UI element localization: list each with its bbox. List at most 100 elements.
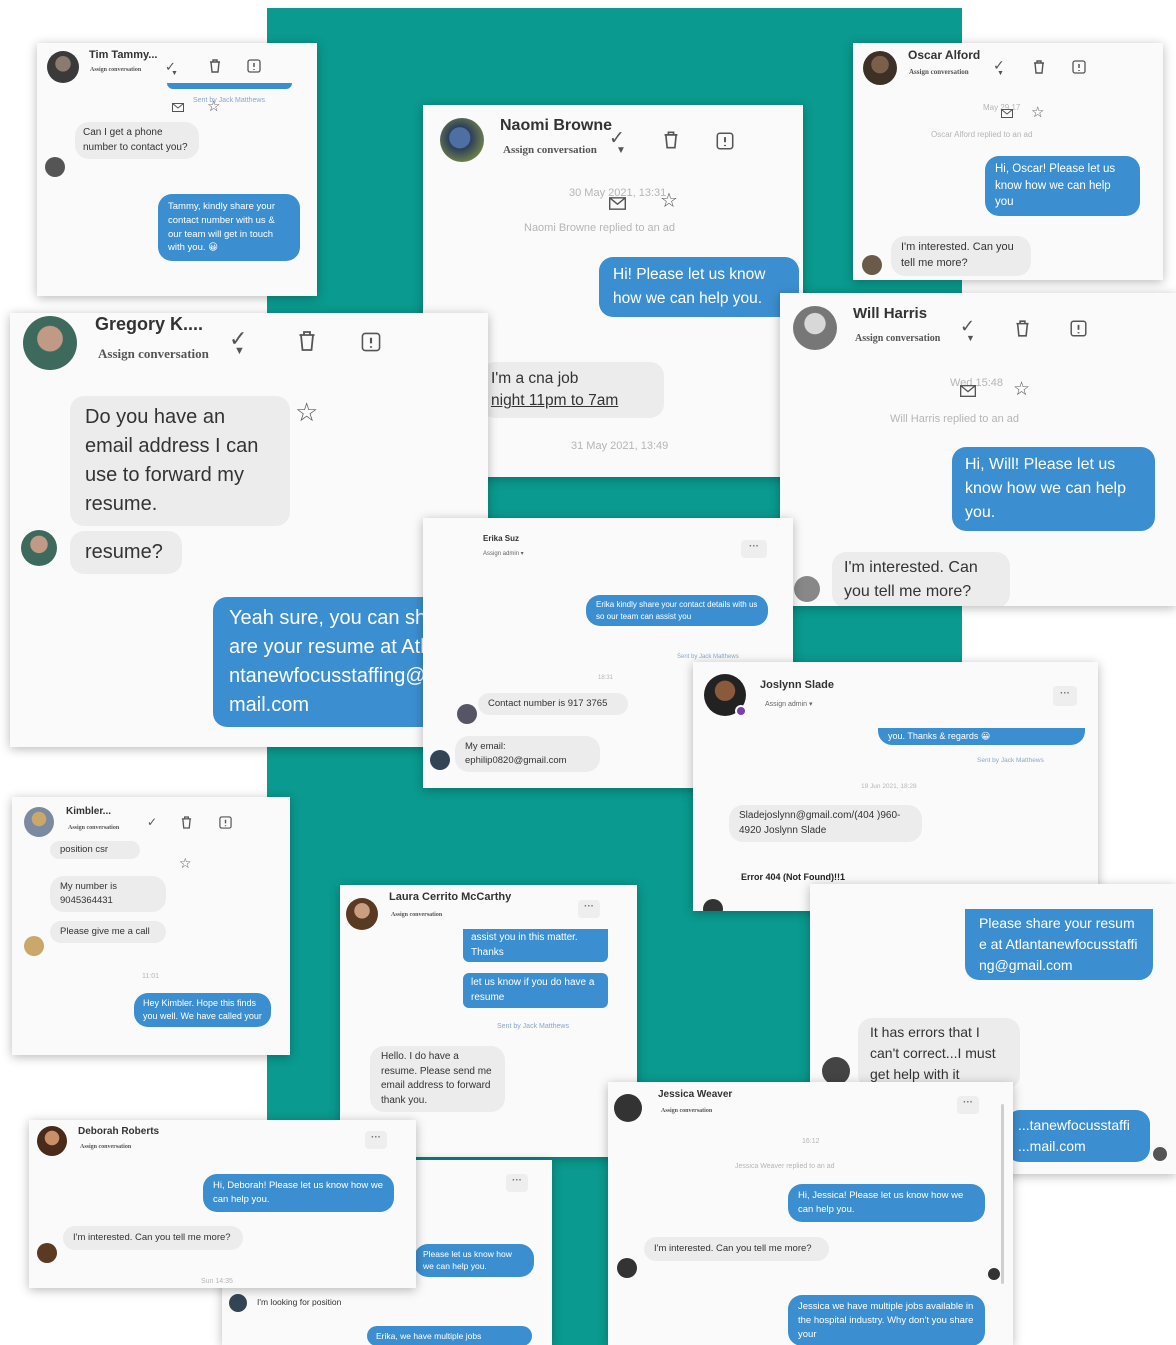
trash-icon[interactable] bbox=[1015, 320, 1030, 337]
conversation-card-jessica[interactable]: Jessica Weaver Assign conversation ··· 1… bbox=[608, 1082, 1013, 1345]
contact-name: Oscar Alford bbox=[908, 48, 981, 62]
trash-icon[interactable] bbox=[1033, 60, 1045, 74]
conversation-card-will[interactable]: Will Harris Assign conversation ✓ ▼ Wed … bbox=[780, 293, 1176, 606]
message-incoming: I'm interested. Can you tell me more? bbox=[832, 552, 1010, 606]
conversation-card-gregory[interactable]: Gregory K.... Assign conversation ✓ ▼ Do… bbox=[10, 313, 488, 747]
avatar bbox=[24, 807, 54, 837]
assign-conversation[interactable]: Assign conversation bbox=[98, 346, 209, 362]
replied-to-ad: Naomi Browne replied to an ad bbox=[524, 222, 676, 234]
chevron-down-icon[interactable]: ▼ bbox=[234, 346, 245, 357]
message-time: 16:12 bbox=[802, 1138, 820, 1145]
trash-icon[interactable] bbox=[663, 131, 679, 149]
envelope-icon bbox=[960, 385, 976, 397]
avatar bbox=[229, 1294, 247, 1312]
message-outgoing: Yeah sure, you can share your resume at … bbox=[213, 597, 453, 727]
more-icon[interactable]: ··· bbox=[1053, 686, 1077, 706]
message-incoming: It has errors that I can't correct...I m… bbox=[858, 1018, 1020, 1089]
conversation-card-tim[interactable]: Tim Tammy... Assign conversation ✓ ▼ ☆ S… bbox=[37, 43, 317, 296]
avatar bbox=[24, 936, 44, 956]
trash-icon[interactable] bbox=[298, 330, 316, 352]
message-date: 31 May 2021, 13:49 bbox=[571, 440, 669, 452]
contact-name: Jessica Weaver bbox=[658, 1089, 733, 1100]
star-icon[interactable]: ☆ bbox=[1031, 105, 1044, 120]
star-icon[interactable]: ☆ bbox=[660, 191, 678, 211]
avatar bbox=[793, 306, 837, 350]
assign-conversation[interactable]: Assign conversation bbox=[909, 68, 969, 76]
conversation-card-joslynn[interactable]: Joslynn Slade Assign admin ▾ ··· you. Th… bbox=[693, 662, 1098, 911]
message-incoming: Hello. I do have a resume. Please send m… bbox=[370, 1046, 505, 1112]
avatar bbox=[1153, 1147, 1167, 1161]
more-icon[interactable]: ··· bbox=[741, 540, 767, 558]
sent-by: Sent by Jack Matthews bbox=[193, 97, 265, 104]
avatar bbox=[37, 1126, 67, 1156]
assign-conversation[interactable]: Assign conversation bbox=[80, 1144, 131, 1150]
report-icon[interactable] bbox=[1070, 320, 1087, 337]
report-icon[interactable] bbox=[1072, 60, 1086, 74]
conversation-card-kimbler[interactable]: Kimbler... Assign conversation ✓ positio… bbox=[12, 797, 290, 1055]
message-date: Wed 15:48 bbox=[950, 377, 1004, 389]
more-icon[interactable]: ··· bbox=[506, 1174, 528, 1192]
chevron-down-icon[interactable]: ▼ bbox=[997, 70, 1004, 77]
conversation-card-oscar[interactable]: Oscar Alford Assign conversation ✓ ▼ May… bbox=[853, 43, 1163, 280]
avatar bbox=[862, 255, 882, 275]
chevron-down-icon[interactable]: ▼ bbox=[171, 70, 178, 77]
assign-admin[interactable]: Assign admin ▾ bbox=[483, 550, 524, 557]
message-incoming: Can I get a phone number to contact you? bbox=[75, 122, 199, 159]
avatar bbox=[617, 1258, 637, 1278]
report-icon[interactable] bbox=[247, 59, 261, 73]
avatar bbox=[346, 898, 378, 930]
scrollbar[interactable] bbox=[1001, 1104, 1004, 1284]
avatar bbox=[794, 576, 820, 602]
conversation-card-laura[interactable]: Laura Cerrito McCarthy Assign conversati… bbox=[340, 885, 637, 1157]
star-icon[interactable]: ☆ bbox=[295, 399, 318, 425]
avatar bbox=[45, 157, 65, 177]
assign-conversation[interactable]: Assign conversation bbox=[68, 825, 119, 831]
message-outgoing: Erika, we have multiple jobs bbox=[367, 1326, 532, 1345]
report-icon[interactable] bbox=[360, 332, 382, 352]
assign-conversation[interactable]: Assign conversation bbox=[90, 67, 141, 73]
replied-to-ad: Will Harris replied to an ad bbox=[890, 413, 1019, 425]
avatar bbox=[457, 704, 477, 724]
message-incoming: I'm interested. Can you tell me more? bbox=[891, 236, 1031, 276]
status-badge bbox=[735, 705, 747, 717]
message-incoming: Sladejoslynn@gmail.com/(404 )960-4920 Jo… bbox=[729, 805, 922, 842]
report-icon[interactable] bbox=[219, 816, 232, 829]
envelope-icon bbox=[1001, 109, 1013, 118]
message-incoming: Contact number is 917 3765 bbox=[478, 693, 628, 715]
check-icon[interactable]: ✓ bbox=[147, 816, 157, 828]
more-icon[interactable]: ··· bbox=[365, 1131, 387, 1149]
star-icon[interactable]: ☆ bbox=[179, 856, 192, 870]
assign-conversation[interactable]: Assign conversation bbox=[391, 912, 442, 918]
chevron-down-icon[interactable]: ▼ bbox=[966, 334, 975, 343]
more-icon[interactable]: ··· bbox=[957, 1096, 979, 1114]
message-incoming: Please give me a call bbox=[50, 921, 166, 943]
avatar bbox=[430, 750, 450, 770]
message-incoming: position csr bbox=[50, 841, 140, 859]
message-time: 18:31 bbox=[598, 675, 614, 681]
assign-conversation[interactable]: Assign conversation bbox=[503, 144, 597, 156]
assign-admin[interactable]: Assign admin ▾ bbox=[765, 700, 812, 708]
message-incoming: I'm interested. Can you tell me more? bbox=[63, 1226, 243, 1250]
assign-conversation[interactable]: Assign conversation bbox=[661, 1108, 712, 1114]
message-outgoing: Hi, Oscar! Please let us know how we can… bbox=[985, 156, 1140, 217]
message-incoming: My number is 9045364431 bbox=[50, 876, 166, 912]
conversation-card-deborah[interactable]: Deborah Roberts Assign conversation ··· … bbox=[29, 1120, 416, 1288]
chevron-down-icon[interactable]: ▼ bbox=[616, 146, 626, 156]
avatar bbox=[863, 51, 897, 85]
assign-conversation[interactable]: Assign conversation bbox=[855, 333, 940, 344]
report-icon[interactable] bbox=[716, 132, 734, 150]
avatar bbox=[47, 51, 79, 83]
message-date: 19 Jun 2021, 18:28 bbox=[861, 783, 917, 790]
contact-name: Laura Cerrito McCarthy bbox=[389, 891, 512, 903]
error-text: Error 404 (Not Found)!!1 bbox=[741, 872, 846, 882]
more-icon[interactable]: ··· bbox=[578, 900, 600, 918]
trash-icon[interactable] bbox=[209, 59, 221, 73]
message-outgoing: Hey Kimbler. Hope this finds you well. W… bbox=[134, 993, 271, 1028]
contact-name: Tim Tammy... bbox=[89, 49, 158, 61]
replied-to-ad: Jessica Weaver replied to an ad bbox=[735, 1163, 835, 1170]
star-icon[interactable]: ☆ bbox=[1013, 380, 1030, 399]
trash-icon[interactable] bbox=[181, 816, 192, 829]
envelope-icon bbox=[609, 197, 626, 210]
avatar bbox=[21, 530, 57, 566]
contact-name: Erika Suz bbox=[483, 534, 520, 543]
